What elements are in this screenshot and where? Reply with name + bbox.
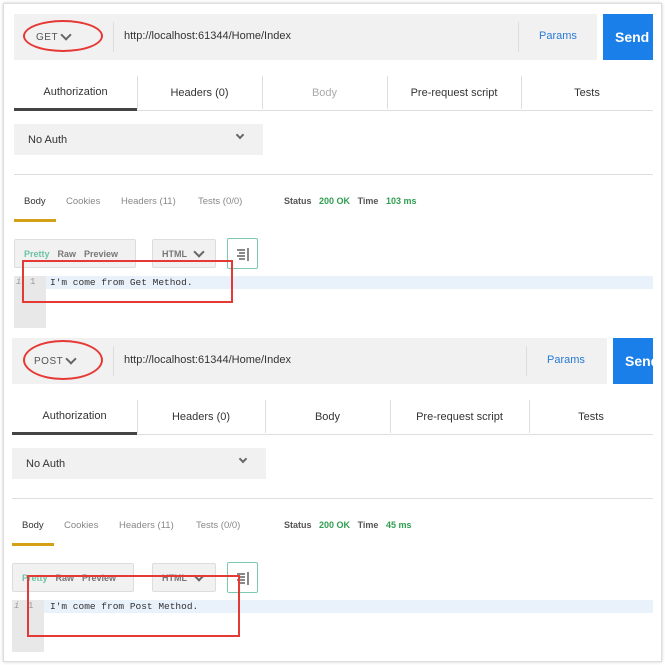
divider [113, 22, 114, 52]
status-value: 200 OK [319, 196, 351, 206]
send-button[interactable]: Send [603, 14, 653, 60]
active-tab-indicator [12, 543, 54, 546]
time-value: 45 ms [385, 520, 412, 530]
tab-divider [529, 400, 530, 433]
chevron-down-icon [235, 130, 245, 140]
divider [518, 22, 519, 52]
auth-type-dropdown[interactable]: No Auth [14, 124, 263, 155]
tab-divider [265, 400, 266, 433]
tab-divider [262, 76, 263, 109]
url-input[interactable]: http://localhost:61344/Home/Index [124, 354, 504, 368]
raw-button[interactable]: Raw [58, 249, 77, 259]
auth-type-dropdown[interactable]: No Auth [12, 448, 266, 479]
annotation-box [27, 575, 240, 637]
status-label: Status [284, 196, 312, 206]
tab-request-1[interactable]: Headers (0) [137, 76, 262, 111]
tab-divider [521, 76, 522, 109]
divider [526, 346, 527, 376]
status-label: Status [284, 520, 312, 530]
tab-divider [387, 76, 388, 109]
wrap-lines-icon [236, 247, 249, 261]
tab-divider [390, 400, 391, 433]
time-value: 103 ms [385, 196, 417, 206]
params-button[interactable]: Params [539, 30, 589, 44]
annotation-ellipse [23, 340, 103, 380]
status-value: 200 OK [319, 520, 351, 530]
format-label: HTML [162, 248, 187, 259]
time-label: Time [357, 520, 379, 530]
tab-divider [137, 76, 138, 109]
tab-request-1[interactable]: Headers (0) [137, 400, 265, 435]
divider [12, 498, 653, 499]
tab-request-4[interactable]: Tests [529, 400, 653, 435]
tab-request-0[interactable]: Authorization [14, 76, 137, 111]
tab-response-3[interactable]: Tests (0/0) [198, 196, 268, 208]
preview-button[interactable]: Preview [84, 249, 118, 259]
divider [14, 174, 653, 175]
tab-response-2[interactable]: Headers (11) [121, 196, 191, 208]
chevron-down-icon [193, 245, 205, 258]
auth-value: No Auth [28, 133, 68, 146]
annotation-ellipse [23, 20, 103, 52]
info-icon: i [14, 601, 20, 611]
status-bar: Status 200 OK Time 103 ms [284, 196, 416, 206]
tab-divider [137, 400, 138, 433]
tab-request-0[interactable]: Authorization [12, 400, 137, 435]
tab-request-4[interactable]: Tests [521, 76, 653, 111]
chevron-down-icon [238, 454, 248, 464]
annotation-box [22, 260, 233, 303]
time-label: Time [357, 196, 379, 206]
pretty-button[interactable]: Pretty [24, 249, 50, 259]
send-button[interactable]: Send [613, 338, 653, 384]
divider [113, 346, 114, 376]
tab-request-2[interactable]: Body [262, 76, 387, 111]
tab-request-2[interactable]: Body [265, 400, 390, 435]
tab-request-3[interactable]: Pre-request script [390, 400, 529, 435]
tab-request-3[interactable]: Pre-request script [387, 76, 521, 111]
tab-response-2[interactable]: Headers (11) [119, 520, 189, 532]
url-input[interactable]: http://localhost:61344/Home/Index [124, 30, 504, 44]
auth-value: No Auth [26, 457, 66, 470]
tab-response-3[interactable]: Tests (0/0) [196, 520, 266, 532]
params-button[interactable]: Params [547, 354, 597, 368]
status-bar: Status 200 OK Time 45 ms [284, 520, 411, 530]
active-tab-indicator [14, 219, 56, 222]
